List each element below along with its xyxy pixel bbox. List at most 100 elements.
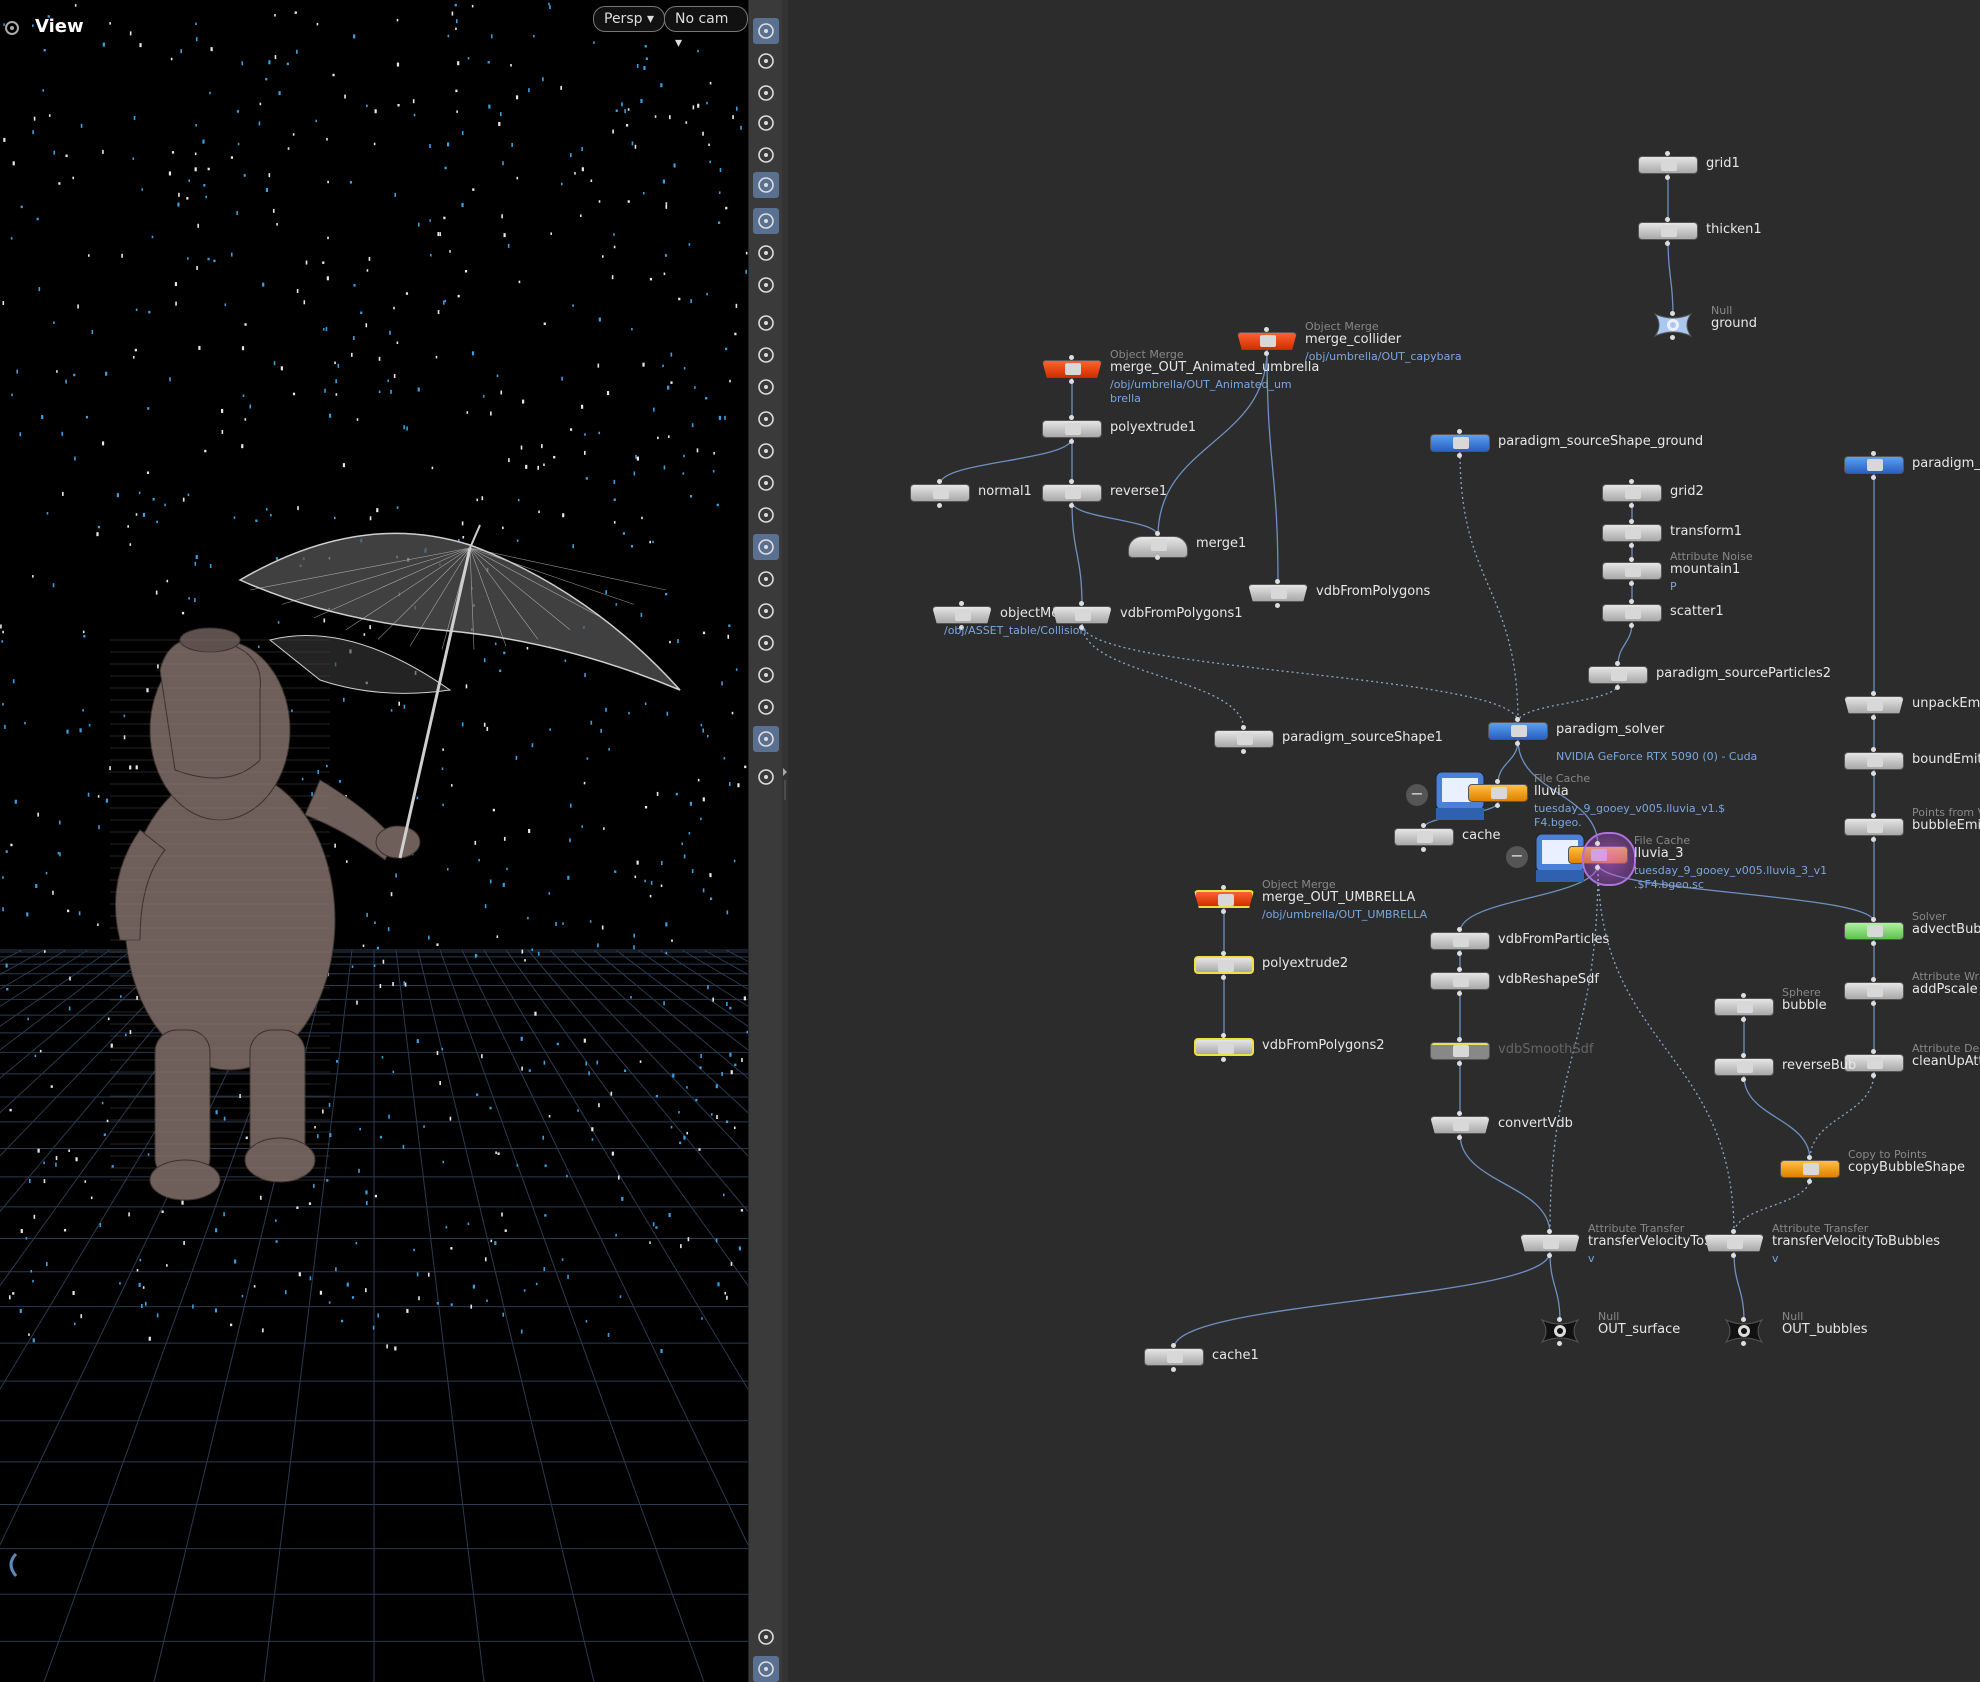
node-box[interactable] bbox=[1714, 1058, 1774, 1076]
input-connector[interactable] bbox=[1275, 579, 1280, 584]
node-label[interactable]: copyBubbleShape bbox=[1848, 1160, 1965, 1175]
checker-icon[interactable] bbox=[753, 566, 779, 592]
node-label[interactable]: paradigm_sourceShape_ground bbox=[1498, 434, 1703, 449]
node-box[interactable] bbox=[1042, 484, 1102, 502]
input-connector[interactable] bbox=[1807, 1155, 1812, 1160]
input-connector[interactable] bbox=[1547, 1229, 1552, 1234]
output-connector[interactable] bbox=[1457, 951, 1462, 956]
node-label[interactable]: vdbFromParticles bbox=[1498, 932, 1609, 947]
output-connector[interactable] bbox=[1069, 503, 1074, 508]
node-label[interactable]: boundEmitte bbox=[1912, 752, 1980, 767]
node-box[interactable] bbox=[1844, 818, 1904, 836]
input-connector[interactable] bbox=[1629, 519, 1634, 524]
minus-icon[interactable]: − bbox=[1406, 784, 1428, 806]
view-pane-icon[interactable] bbox=[2, 18, 22, 38]
node-label[interactable]: addPscale bbox=[1912, 982, 1978, 997]
ghost-icon[interactable] bbox=[753, 18, 779, 44]
output-connector[interactable] bbox=[1871, 941, 1876, 946]
output-connector[interactable] bbox=[1241, 749, 1246, 754]
input-connector[interactable] bbox=[1741, 993, 1746, 998]
output-connector[interactable] bbox=[1457, 1061, 1462, 1066]
light-off-icon[interactable] bbox=[753, 110, 779, 136]
gift-icon[interactable] bbox=[753, 630, 779, 656]
node-box[interactable] bbox=[1844, 752, 1904, 770]
input-connector[interactable] bbox=[1629, 479, 1634, 484]
output-connector[interactable] bbox=[1171, 1367, 1176, 1372]
output-connector[interactable] bbox=[1069, 379, 1074, 384]
node-label[interactable]: unpackEmitt bbox=[1912, 696, 1980, 711]
number-12-icon[interactable] bbox=[753, 406, 779, 432]
node-box[interactable] bbox=[1430, 1042, 1490, 1060]
output-connector[interactable] bbox=[1665, 241, 1670, 246]
node-label[interactable]: paradigm_sourceShape1 bbox=[1282, 730, 1443, 745]
node-label[interactable]: vdbSmoothSdf bbox=[1498, 1042, 1593, 1057]
output-connector[interactable] bbox=[1741, 1077, 1746, 1082]
input-connector[interactable] bbox=[1871, 813, 1876, 818]
output-connector[interactable] bbox=[1629, 581, 1634, 586]
output-connector[interactable] bbox=[1155, 555, 1160, 560]
node-box[interactable] bbox=[1052, 606, 1112, 624]
node-box[interactable] bbox=[1430, 1116, 1490, 1134]
output-connector[interactable] bbox=[1629, 623, 1634, 628]
input-connector[interactable] bbox=[1457, 1111, 1462, 1116]
grid-icon[interactable] bbox=[753, 694, 779, 720]
node-label[interactable]: bubbleEmitte bbox=[1912, 818, 1980, 833]
node-box[interactable] bbox=[1638, 222, 1698, 240]
node-box[interactable] bbox=[1430, 932, 1490, 950]
node-label[interactable]: merge_OUT_Animated_umbrella bbox=[1110, 360, 1319, 375]
pin-icon[interactable] bbox=[753, 764, 779, 790]
node-label[interactable]: advectBubbl bbox=[1912, 922, 1980, 937]
output-connector[interactable] bbox=[1665, 175, 1670, 180]
layout-icon[interactable] bbox=[753, 1656, 779, 1682]
node-box[interactable] bbox=[1714, 998, 1774, 1016]
input-connector[interactable] bbox=[937, 479, 942, 484]
node-box[interactable] bbox=[1704, 1234, 1764, 1252]
input-connector[interactable] bbox=[1595, 841, 1600, 846]
output-connector[interactable] bbox=[1069, 439, 1074, 444]
input-connector[interactable] bbox=[1264, 327, 1269, 332]
node-label[interactable]: grid2 bbox=[1670, 484, 1704, 499]
camera-eye-icon[interactable] bbox=[753, 272, 779, 298]
node-box[interactable] bbox=[1237, 332, 1297, 350]
node-label[interactable]: lluvia_3 bbox=[1634, 846, 1684, 861]
display-eye-icon[interactable] bbox=[753, 240, 779, 266]
node-label[interactable]: thicken1 bbox=[1706, 222, 1762, 237]
node-box[interactable] bbox=[1468, 784, 1528, 802]
input-connector[interactable] bbox=[1069, 415, 1074, 420]
output-connector[interactable] bbox=[1264, 351, 1269, 356]
node-box[interactable] bbox=[1602, 484, 1662, 502]
input-connector[interactable] bbox=[1871, 451, 1876, 456]
node-label[interactable]: reverseBub bbox=[1782, 1058, 1856, 1073]
node-box[interactable] bbox=[1844, 456, 1904, 474]
input-connector[interactable] bbox=[1629, 599, 1634, 604]
input-connector[interactable] bbox=[1457, 967, 1462, 972]
camera-icon[interactable] bbox=[753, 208, 779, 234]
input-connector[interactable] bbox=[1155, 531, 1160, 536]
node-label[interactable]: vdbFromPolygons bbox=[1316, 584, 1430, 599]
node-label[interactable]: normal1 bbox=[978, 484, 1032, 499]
output-connector[interactable] bbox=[1079, 625, 1084, 630]
node-box[interactable] bbox=[1520, 1234, 1580, 1252]
minus-icon[interactable]: − bbox=[1506, 846, 1528, 868]
input-connector[interactable] bbox=[1615, 661, 1620, 666]
output-connector[interactable] bbox=[1871, 771, 1876, 776]
output-connector[interactable] bbox=[1515, 741, 1520, 746]
input-connector[interactable] bbox=[959, 601, 964, 606]
input-connector[interactable] bbox=[1241, 725, 1246, 730]
input-connector[interactable] bbox=[1871, 747, 1876, 752]
node-label[interactable]: cache1 bbox=[1212, 1348, 1259, 1363]
input-connector[interactable] bbox=[1665, 217, 1670, 222]
input-connector[interactable] bbox=[1221, 1033, 1226, 1038]
output-connector[interactable] bbox=[1731, 1253, 1736, 1258]
node-label[interactable]: merge_collider bbox=[1305, 332, 1401, 347]
node-box[interactable] bbox=[1844, 696, 1904, 714]
output-connector[interactable] bbox=[1871, 837, 1876, 842]
node-box[interactable] bbox=[1042, 360, 1102, 378]
node-label[interactable]: merge1 bbox=[1196, 536, 1246, 551]
node-box[interactable] bbox=[1214, 730, 1274, 748]
node-box[interactable] bbox=[1194, 956, 1254, 974]
camera-menu-button[interactable]: No cam ▾ bbox=[664, 6, 748, 51]
output-connector[interactable] bbox=[1871, 475, 1876, 480]
node-label[interactable]: polyextrude1 bbox=[1110, 420, 1196, 435]
scene-viewport[interactable]: View Persp ▾ No cam ▾ bbox=[0, 0, 748, 1682]
